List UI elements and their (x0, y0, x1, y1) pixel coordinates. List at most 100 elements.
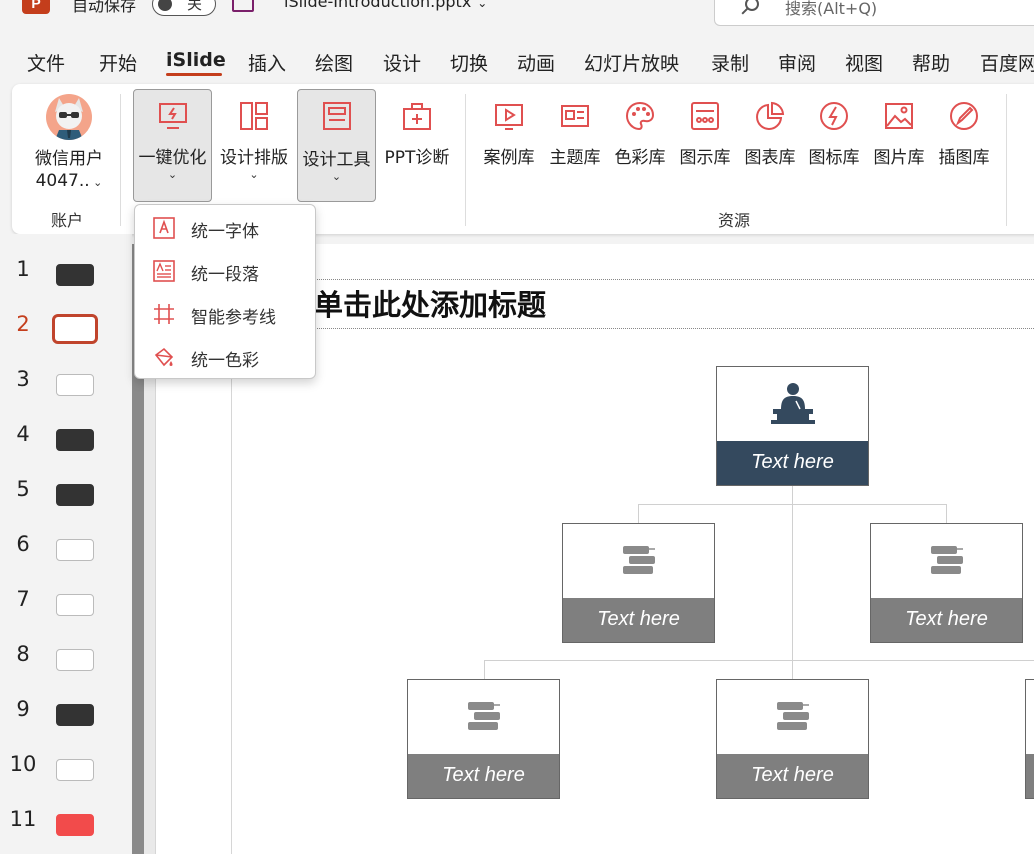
user-id-text: 4047.. (35, 171, 90, 191)
icon-library-button[interactable]: 图标库 (801, 100, 867, 168)
icon-library-icon (820, 102, 848, 130)
tab-insert[interactable]: 插入 (248, 49, 286, 76)
illustration-library-button[interactable]: 插图库 (931, 100, 997, 168)
slide-thumbnail-11[interactable] (56, 814, 94, 836)
tab-review[interactable]: 审阅 (778, 49, 816, 76)
menu-item-unify-color[interactable]: 统一色彩 (135, 336, 315, 376)
title-bar: P 自动保存 关 iSlide-Introduction.pptx ⌄ 搜索(Al… (0, 0, 1034, 40)
tab-help[interactable]: 帮助 (912, 49, 950, 76)
smart-guides-icon (154, 304, 174, 324)
unify-color-icon (154, 347, 174, 367)
connector-line (484, 660, 485, 680)
theme-library-button[interactable]: 主题库 (542, 100, 608, 168)
icon-library-label: 图标库 (808, 148, 860, 168)
ribbon-divider (1006, 94, 1007, 226)
layout-button[interactable]: 设计排版 ⌄ (214, 100, 294, 181)
chevron-down-icon: ⌄ (249, 168, 259, 181)
avatar[interactable] (46, 94, 92, 140)
chevron-down-icon: ⌄ (331, 170, 342, 183)
autosave-toggle[interactable]: 关 (152, 0, 216, 16)
chevron-down-icon: ⌄ (167, 168, 178, 181)
user-name: 微信用户 (35, 149, 103, 169)
slide-thumbnail-4[interactable] (56, 429, 94, 451)
slide-number: 9 (16, 697, 30, 721)
slide-thumbnail-5[interactable] (56, 484, 94, 506)
picture-library-icon (885, 103, 913, 129)
org-node-left[interactable]: Text here (562, 523, 715, 643)
title-placeholder[interactable]: 单击此处添加标题 (232, 279, 1034, 329)
powerpoint-window: { "titlebar": { "app_logo": "P", "autosa… (0, 0, 1034, 854)
connector-line (484, 660, 1034, 661)
file-name[interactable]: iSlide-Introduction.pptx ⌄ (284, 0, 487, 11)
slide-thumbnail-6[interactable] (56, 539, 94, 561)
slide-number: 1 (16, 257, 30, 281)
menu-item-unify-font[interactable]: 统一字体 (135, 207, 315, 247)
illustration-library-icon (950, 102, 978, 130)
diagram-library-button[interactable]: 图示库 (672, 100, 738, 168)
search-icon (745, 0, 759, 11)
speaker-podium-icon (770, 383, 815, 424)
slide-thumbnail-8[interactable] (56, 649, 94, 671)
slide-number: 10 (9, 752, 37, 776)
group-label-resources: 资源 (718, 211, 751, 230)
org-node-bottom-left[interactable]: Text here (407, 679, 560, 799)
slide-thumbnail-3[interactable] (56, 374, 94, 396)
toggle-knob (158, 0, 172, 11)
org-node-right[interactable]: Text here (870, 523, 1023, 643)
case-library-button[interactable]: 案例库 (476, 100, 542, 168)
diagram-library-label: 图示库 (679, 148, 731, 168)
org-node-text: Text here (751, 764, 834, 786)
connector-line (638, 504, 947, 505)
menu-item-label: 统一字体 (191, 222, 259, 242)
tab-slideshow[interactable]: 幻灯片放映 (584, 49, 679, 76)
diagnosis-label: PPT诊断 (384, 148, 450, 168)
slide-number: 3 (16, 367, 30, 391)
slide-thumbnail-7[interactable] (56, 594, 94, 616)
books-stack-icon (776, 702, 809, 730)
search-input[interactable]: 搜索(Alt+Q) (714, 0, 1034, 26)
slide-title: 单击此处添加标题 (314, 288, 547, 322)
picture-library-button[interactable]: 图片库 (866, 100, 932, 168)
slide-thumbnail-1[interactable] (56, 264, 94, 286)
org-node-top[interactable]: Text here (716, 366, 869, 486)
chevron-down-icon: ⌄ (89, 176, 103, 189)
connector-line (792, 486, 793, 680)
unify-font-icon (153, 217, 175, 239)
tab-record[interactable]: 录制 (711, 49, 749, 76)
tab-home[interactable]: 开始 (99, 49, 137, 76)
tab-islide[interactable]: iSlide (166, 49, 226, 71)
chart-library-label: 图表库 (744, 148, 796, 168)
org-node-text: Text here (905, 608, 988, 630)
org-node-bottom-right-partial[interactable] (1025, 679, 1034, 799)
tab-file[interactable]: 文件 (27, 49, 65, 76)
diagnosis-button[interactable]: PPT诊断 (378, 100, 456, 168)
menu-item-label: 统一色彩 (191, 351, 259, 371)
autosave-label: 自动保存 (72, 0, 137, 15)
chart-library-button[interactable]: 图表库 (737, 100, 803, 168)
diagram-library-icon (691, 102, 719, 130)
menu-item-smart-guides[interactable]: 智能参考线 (135, 293, 315, 333)
org-node-bottom-center[interactable]: Text here (716, 679, 869, 799)
tab-design[interactable]: 设计 (383, 49, 421, 76)
account-button[interactable]: 微信用户 4047.. ⌄ (30, 144, 108, 191)
diagnosis-icon (403, 103, 431, 130)
menu-item-unify-paragraph[interactable]: 统一段落 (135, 250, 315, 290)
tab-transitions[interactable]: 切换 (450, 49, 488, 76)
tab-animations[interactable]: 动画 (517, 49, 555, 76)
tab-view[interactable]: 视图 (845, 49, 883, 76)
case-library-label: 案例库 (483, 148, 535, 168)
slide-thumbnail-9[interactable] (56, 704, 94, 726)
save-icon[interactable] (232, 0, 254, 12)
optimize-icon (158, 103, 187, 129)
tab-draw[interactable]: 绘图 (315, 49, 353, 76)
slide-thumbnail-10[interactable] (56, 759, 94, 781)
color-library-button[interactable]: 色彩库 (607, 100, 673, 168)
design-tools-button[interactable]: 设计工具 ⌄ (297, 100, 376, 183)
unify-paragraph-icon (153, 260, 175, 282)
tab-baidu[interactable]: 百度网 (980, 49, 1034, 76)
slide-thumbnail-2[interactable] (52, 314, 98, 344)
color-library-label: 色彩库 (614, 148, 666, 168)
optimize-button[interactable]: 一键优化 ⌄ (133, 100, 212, 181)
search-placeholder: 搜索(Alt+Q) (785, 0, 878, 18)
file-name-text: iSlide-Introduction.pptx (284, 0, 472, 11)
